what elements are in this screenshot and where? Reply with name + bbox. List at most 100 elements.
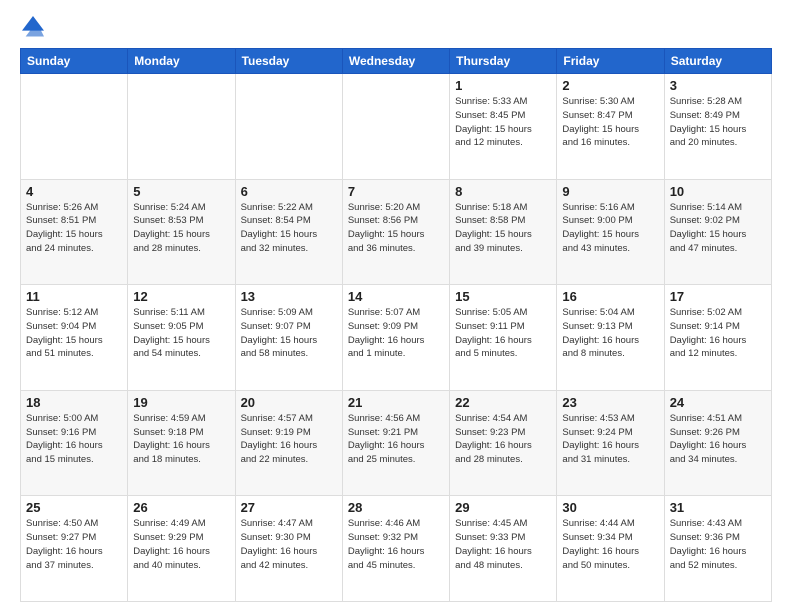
day-info: Sunrise: 5:26 AM Sunset: 8:51 PM Dayligh… (26, 201, 122, 256)
week-row-3: 11 Sunrise: 5:12 AM Sunset: 9:04 PM Dayli… (21, 285, 772, 391)
day-cell: 5Sunrise: 5:24 AM Sunset: 8:53 PM Daylig… (128, 179, 235, 285)
day-cell: 8 Sunrise: 5:18 AM Sunset: 8:58 PM Daylig… (450, 179, 557, 285)
day-info: Sunrise: 4:54 AM Sunset: 9:23 PM Dayligh… (455, 412, 551, 467)
day-info: Sunrise: 5:16 AM Sunset: 9:00 PM Dayligh… (562, 201, 658, 256)
day-number: 26 (133, 500, 229, 515)
day-cell: 21Sunrise: 4:56 AM Sunset: 9:21 PM Dayli… (342, 390, 449, 496)
day-info: Sunrise: 4:53 AM Sunset: 9:24 PM Dayligh… (562, 412, 658, 467)
day-cell: 4 Sunrise: 5:26 AM Sunset: 8:51 PM Daylig… (21, 179, 128, 285)
day-cell: 27 Sunrise: 4:47 AM Sunset: 9:30 PM Dayli… (235, 496, 342, 602)
day-info: Sunrise: 4:57 AM Sunset: 9:19 PM Dayligh… (241, 412, 337, 467)
day-number: 27 (241, 500, 337, 515)
day-number: 14 (348, 289, 444, 304)
day-info: Sunrise: 5:02 AM Sunset: 9:14 PM Dayligh… (670, 306, 766, 361)
day-cell: 10 Sunrise: 5:14 AM Sunset: 9:02 PM Dayli… (664, 179, 771, 285)
calendar-table: SundayMondayTuesdayWednesdayThursdayFrid… (20, 48, 772, 602)
day-cell: 24Sunrise: 4:51 AM Sunset: 9:26 PM Dayli… (664, 390, 771, 496)
weekday-tuesday: Tuesday (235, 49, 342, 74)
day-number: 25 (26, 500, 122, 515)
day-cell: 18 Sunrise: 5:00 AM Sunset: 9:16 PM Dayli… (21, 390, 128, 496)
day-number: 15 (455, 289, 551, 304)
day-info: Sunrise: 5:04 AM Sunset: 9:13 PM Dayligh… (562, 306, 658, 361)
day-number: 2 (562, 78, 658, 93)
day-number: 13 (241, 289, 337, 304)
day-number: 4 (26, 184, 122, 199)
day-info: Sunrise: 4:50 AM Sunset: 9:27 PM Dayligh… (26, 517, 122, 572)
day-number: 1 (455, 78, 551, 93)
week-row-2: 4 Sunrise: 5:26 AM Sunset: 8:51 PM Daylig… (21, 179, 772, 285)
day-cell: 15 Sunrise: 5:05 AM Sunset: 9:11 PM Dayli… (450, 285, 557, 391)
day-number: 9 (562, 184, 658, 199)
day-info: Sunrise: 5:18 AM Sunset: 8:58 PM Dayligh… (455, 201, 551, 256)
day-number: 31 (670, 500, 766, 515)
week-row-4: 18 Sunrise: 5:00 AM Sunset: 9:16 PM Dayli… (21, 390, 772, 496)
day-info: Sunrise: 5:20 AM Sunset: 8:56 PM Dayligh… (348, 201, 444, 256)
header (20, 16, 772, 38)
weekday-header-row: SundayMondayTuesdayWednesdayThursdayFrid… (21, 49, 772, 74)
day-cell: 16 Sunrise: 5:04 AM Sunset: 9:13 PM Dayli… (557, 285, 664, 391)
day-info: Sunrise: 5:05 AM Sunset: 9:11 PM Dayligh… (455, 306, 551, 361)
weekday-thursday: Thursday (450, 49, 557, 74)
day-cell: 13 Sunrise: 5:09 AM Sunset: 9:07 PM Dayli… (235, 285, 342, 391)
weekday-monday: Monday (128, 49, 235, 74)
day-number: 20 (241, 395, 337, 410)
day-cell: 28 Sunrise: 4:46 AM Sunset: 9:32 PM Dayli… (342, 496, 449, 602)
day-number: 18 (26, 395, 122, 410)
day-cell: 29 Sunrise: 4:45 AM Sunset: 9:33 PM Dayli… (450, 496, 557, 602)
day-cell: 3 Sunrise: 5:28 AM Sunset: 8:49 PM Daylig… (664, 74, 771, 180)
day-number: 19 (133, 395, 229, 410)
day-cell: 1Sunrise: 5:33 AM Sunset: 8:45 PM Daylig… (450, 74, 557, 180)
day-cell: 31 Sunrise: 4:43 AM Sunset: 9:36 PM Dayli… (664, 496, 771, 602)
day-number: 28 (348, 500, 444, 515)
day-info: Sunrise: 5:09 AM Sunset: 9:07 PM Dayligh… (241, 306, 337, 361)
day-cell: 7 Sunrise: 5:20 AM Sunset: 8:56 PM Daylig… (342, 179, 449, 285)
logo-icon (22, 16, 44, 38)
day-info: Sunrise: 4:45 AM Sunset: 9:33 PM Dayligh… (455, 517, 551, 572)
day-info: Sunrise: 5:00 AM Sunset: 9:16 PM Dayligh… (26, 412, 122, 467)
day-cell: 22Sunrise: 4:54 AM Sunset: 9:23 PM Dayli… (450, 390, 557, 496)
day-number: 8 (455, 184, 551, 199)
day-info: Sunrise: 4:59 AM Sunset: 9:18 PM Dayligh… (133, 412, 229, 467)
day-info: Sunrise: 5:30 AM Sunset: 8:47 PM Dayligh… (562, 95, 658, 150)
day-info: Sunrise: 4:44 AM Sunset: 9:34 PM Dayligh… (562, 517, 658, 572)
day-number: 16 (562, 289, 658, 304)
weekday-saturday: Saturday (664, 49, 771, 74)
day-cell (128, 74, 235, 180)
weekday-sunday: Sunday (21, 49, 128, 74)
day-cell: 12Sunrise: 5:11 AM Sunset: 9:05 PM Dayli… (128, 285, 235, 391)
day-info: Sunrise: 5:07 AM Sunset: 9:09 PM Dayligh… (348, 306, 444, 361)
calendar-page: SundayMondayTuesdayWednesdayThursdayFrid… (0, 0, 792, 612)
day-info: Sunrise: 5:14 AM Sunset: 9:02 PM Dayligh… (670, 201, 766, 256)
day-number: 3 (670, 78, 766, 93)
day-info: Sunrise: 5:11 AM Sunset: 9:05 PM Dayligh… (133, 306, 229, 361)
day-number: 21 (348, 395, 444, 410)
day-cell: 9 Sunrise: 5:16 AM Sunset: 9:00 PM Daylig… (557, 179, 664, 285)
day-info: Sunrise: 5:28 AM Sunset: 8:49 PM Dayligh… (670, 95, 766, 150)
day-info: Sunrise: 4:47 AM Sunset: 9:30 PM Dayligh… (241, 517, 337, 572)
day-cell: 19 Sunrise: 4:59 AM Sunset: 9:18 PM Dayli… (128, 390, 235, 496)
day-cell: 30 Sunrise: 4:44 AM Sunset: 9:34 PM Dayli… (557, 496, 664, 602)
weekday-wednesday: Wednesday (342, 49, 449, 74)
day-cell (235, 74, 342, 180)
day-number: 30 (562, 500, 658, 515)
day-cell: 11 Sunrise: 5:12 AM Sunset: 9:04 PM Dayli… (21, 285, 128, 391)
day-cell: 23 Sunrise: 4:53 AM Sunset: 9:24 PM Dayli… (557, 390, 664, 496)
day-cell: 20 Sunrise: 4:57 AM Sunset: 9:19 PM Dayli… (235, 390, 342, 496)
day-info: Sunrise: 4:43 AM Sunset: 9:36 PM Dayligh… (670, 517, 766, 572)
week-row-5: 25 Sunrise: 4:50 AM Sunset: 9:27 PM Dayli… (21, 496, 772, 602)
day-number: 23 (562, 395, 658, 410)
day-info: Sunrise: 4:46 AM Sunset: 9:32 PM Dayligh… (348, 517, 444, 572)
day-cell (342, 74, 449, 180)
week-row-1: 1Sunrise: 5:33 AM Sunset: 8:45 PM Daylig… (21, 74, 772, 180)
day-number: 29 (455, 500, 551, 515)
day-number: 10 (670, 184, 766, 199)
day-cell: 26Sunrise: 4:49 AM Sunset: 9:29 PM Dayli… (128, 496, 235, 602)
day-cell: 2 Sunrise: 5:30 AM Sunset: 8:47 PM Daylig… (557, 74, 664, 180)
day-number: 11 (26, 289, 122, 304)
day-info: Sunrise: 5:12 AM Sunset: 9:04 PM Dayligh… (26, 306, 122, 361)
day-cell (21, 74, 128, 180)
day-number: 7 (348, 184, 444, 199)
day-cell: 14 Sunrise: 5:07 AM Sunset: 9:09 PM Dayli… (342, 285, 449, 391)
weekday-friday: Friday (557, 49, 664, 74)
logo (20, 16, 44, 38)
